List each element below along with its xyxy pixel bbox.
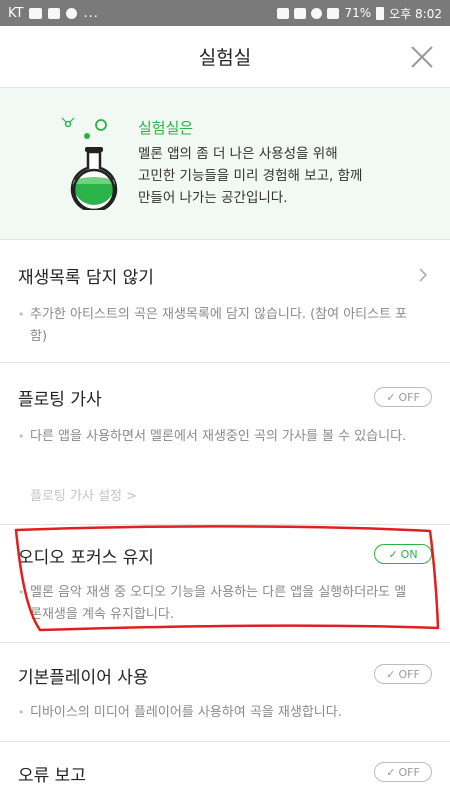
setting-title: 기본플레이어 사용 [18,668,149,688]
setting-description: 디바이스의 미디어 플레이어를 사용하여 곡을 재생합니다. [18,702,418,724]
battery-icon [376,6,385,20]
battery-percent: 71% [344,6,372,20]
storage-icon [48,7,61,19]
setting-title: 오디오 포커스 유지 [18,548,154,568]
status-bar: KT ... 71% 오후 8:02 [0,0,450,26]
check-icon: ✓ [388,547,398,561]
setting-description: 추가한 아티스트의 곡은 재생목록에 담지 않습니다. (참여 아티스트 포함) [18,304,418,348]
close-icon[interactable] [408,43,436,71]
setting-audio-focus: 오디오 포커스 유지 ✓ ON 멜론 음악 재생 중 오디오 기능을 사용하는 … [0,525,450,643]
audio-focus-toggle[interactable]: ✓ ON [374,544,432,564]
default-player-toggle[interactable]: ✓ OFF [374,664,432,684]
floating-lyrics-toggle[interactable]: ✓ OFF [374,387,432,407]
setting-description: 멜론 음악 재생 중 오디오 기능을 사용하는 다른 앱을 실행하더라도 멜론재… [18,582,418,626]
setting-floating-lyrics: 플로팅 가사 ✓ OFF 다른 앱을 사용하면서 멜론에서 재생중인 곡의 가사… [0,363,450,525]
setting-title: 재생목록 담지 않기 [18,268,154,288]
error-report-toggle[interactable]: ✓ OFF [374,762,432,782]
check-icon: ✓ [386,765,396,779]
image-icon [29,7,43,19]
toggle-label: ON [400,547,418,561]
alarm-icon [277,7,290,19]
signal-icon [327,7,340,19]
flask-icon [61,117,118,210]
wifi-icon [311,7,323,19]
setting-title: 플로팅 가사 [18,390,102,410]
intro-description: 멜론 앱의 좀 더 나은 사용성을 위해 고민한 기능들을 미리 경험해 보고,… [138,146,363,206]
setting-description: 다른 앱을 사용하면서 멜론에서 재생중인 곡의 가사를 볼 수 있습니다. [18,426,418,448]
clock: 오후 8:02 [389,6,442,21]
more-notifications: ... [83,5,99,21]
carrier-label: KT [8,5,24,21]
check-icon: ✓ [386,390,396,404]
page-title: 실험실 [198,47,252,69]
toggle-label: OFF [398,765,420,779]
setting-default-player: 기본플레이어 사용 ✓ OFF 디바이스의 미디어 플레이어를 사용하여 곡을 … [0,643,450,742]
intro-title: 실험실은 [138,119,194,137]
check-icon: ✓ [386,667,396,681]
floating-lyrics-settings-link[interactable]: 플로팅 가사 설정 > [30,485,137,504]
chevron-right-icon[interactable] [418,267,428,283]
settings-icon [66,7,78,19]
setting-title: 오류 보고 [18,766,86,786]
intro-banner: 실험실은 멜론 앱의 좀 더 나은 사용성을 위해 고민한 기능들을 미리 경험… [0,88,450,240]
toggle-label: OFF [398,390,420,404]
toggle-label: OFF [398,667,420,681]
setting-error-report: 오류 보고 ✓ OFF [0,742,450,800]
app-header: 실험실 [0,26,450,88]
setting-exclude-playlist[interactable]: 재생목록 담지 않기 추가한 아티스트의 곡은 재생목록에 담지 않습니다. (… [0,241,450,363]
mute-icon [294,7,307,19]
